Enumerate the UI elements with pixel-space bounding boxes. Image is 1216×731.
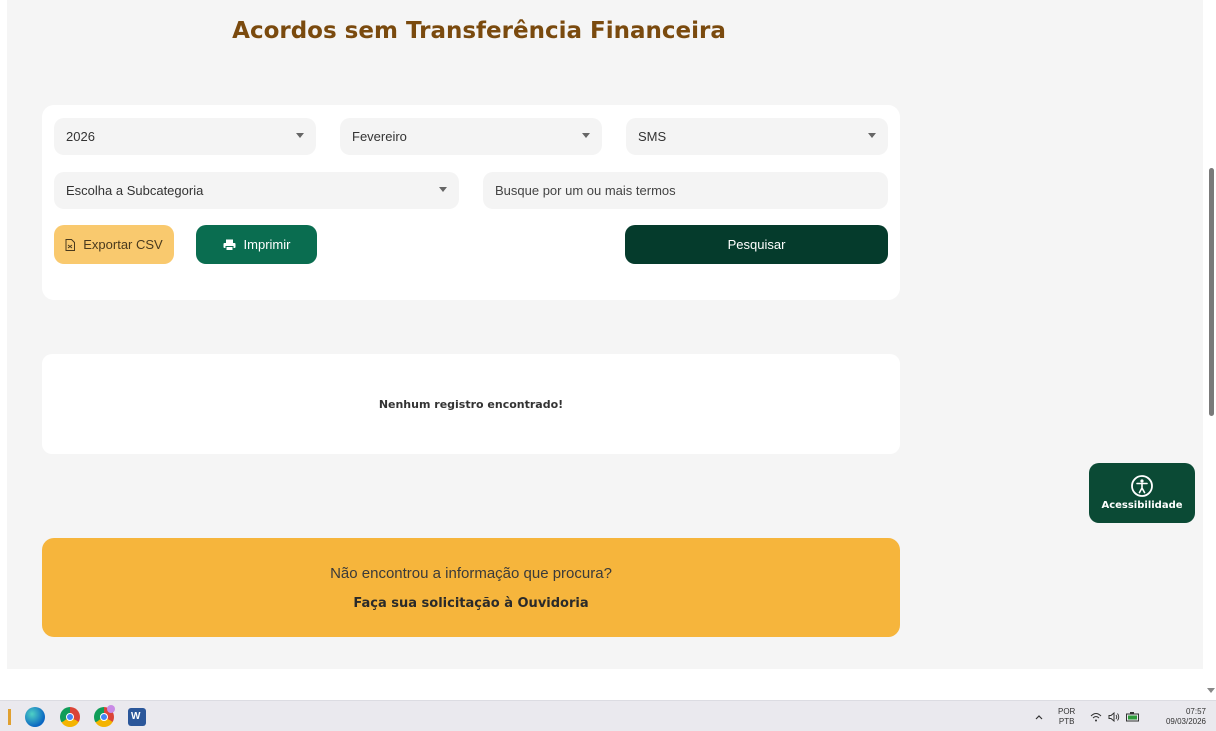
chevron-down-icon (582, 133, 590, 138)
language-code: POR (1058, 706, 1076, 716)
subcategory-select[interactable]: Escolha a Subcategoria (54, 172, 459, 209)
results-panel: Nenhum registro encontrado! (42, 354, 900, 454)
print-button[interactable]: Imprimir (196, 225, 317, 264)
clock[interactable]: 07:57 09/03/2026 (1156, 701, 1206, 731)
export-csv-label: Exportar CSV (83, 237, 163, 252)
page-title: Acordos sem Transferência Financeira (232, 18, 726, 44)
clock-date: 09/03/2026 (1165, 716, 1206, 726)
ouvidoria-question: Não encontrou a informação que procura? (330, 565, 612, 582)
empty-results-message: Nenhum registro encontrado! (378, 397, 564, 411)
print-label: Imprimir (243, 237, 291, 252)
word-icon[interactable]: W (128, 708, 146, 726)
csv-file-icon (65, 238, 76, 251)
year-select-value: 2026 (66, 129, 95, 144)
tray-overflow-chevron-icon[interactable] (1035, 701, 1043, 731)
chevron-down-icon (296, 133, 304, 138)
ouvidoria-link[interactable]: Faça sua solicitação à Ouvidoria (42, 596, 900, 611)
scrollbar-thumb[interactable] (1209, 168, 1214, 416)
filter-card: 2026 Fevereiro SMS Escolha a Subcategori… (42, 105, 900, 300)
subcategory-select-value: Escolha a Subcategoria (66, 183, 204, 198)
volume-icon[interactable] (1108, 711, 1120, 722)
chrome-icon[interactable] (60, 707, 80, 727)
battery-icon[interactable] (1126, 711, 1140, 722)
page-content: Acordos sem Transferência Financeira 202… (7, 0, 1203, 669)
system-tray-icons (1090, 701, 1140, 731)
edge-icon[interactable] (25, 707, 45, 727)
page-scrollbar[interactable] (1206, 0, 1216, 700)
chrome-profile-icon[interactable] (94, 705, 115, 727)
windows-taskbar: W POR PTB 07:57 09/03/2026 (0, 700, 1216, 731)
month-select[interactable]: Fevereiro (340, 118, 602, 155)
language-indicator[interactable]: POR PTB (1058, 701, 1075, 731)
month-select-value: Fevereiro (352, 129, 407, 144)
clock-time: 07:57 (1185, 706, 1206, 716)
accessibility-button[interactable]: Acessibilidade (1089, 463, 1195, 523)
search-input-placeholder: Busque por um ou mais termos (495, 183, 676, 198)
category-select-value: SMS (638, 129, 667, 144)
year-select[interactable]: 2026 (54, 118, 316, 155)
scroll-down-arrow-icon[interactable] (1207, 688, 1215, 693)
keyboard-layout: PTB (1058, 716, 1075, 726)
search-button[interactable]: Pesquisar (625, 225, 888, 264)
wifi-icon[interactable] (1090, 712, 1102, 722)
search-input[interactable]: Busque por um ou mais termos (483, 172, 888, 209)
search-button-label: Pesquisar (727, 237, 786, 252)
export-csv-button[interactable]: Exportar CSV (54, 225, 174, 264)
accessibility-label: Acessibilidade (1101, 500, 1183, 511)
taskbar-indicator (8, 709, 11, 725)
printer-icon (223, 239, 236, 251)
chevron-down-icon (439, 187, 447, 192)
chevron-down-icon (868, 133, 876, 138)
accessibility-icon (1131, 475, 1153, 497)
category-select[interactable]: SMS (626, 118, 888, 155)
ouvidoria-banner: Não encontrou a informação que procura? … (42, 538, 900, 637)
